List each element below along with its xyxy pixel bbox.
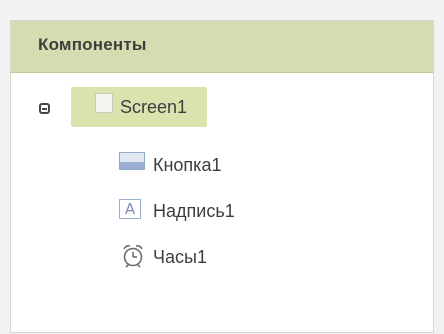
panel-title: Компоненты [38,35,147,54]
clock-component-icon [120,242,146,273]
tree-item-label: Часы1 [153,247,207,267]
tree-item-clock1[interactable]: Часы1 [119,241,319,273]
panel-header: Компоненты [11,21,433,73]
tree-item-label1[interactable]: A Надпись1 [119,195,319,227]
components-tree: Screen1 Кнопка1 A Надпись1 Часы1 [11,73,433,334]
tree-item-label: Кнопка1 [153,155,222,175]
tree-item-label: Надпись1 [153,201,235,221]
tree-item-button1[interactable]: Кнопка1 [119,149,319,181]
components-panel: Компоненты Screen1 Кнопка1 A Надпись1 Ча… [10,20,434,333]
button-component-icon [119,152,145,170]
tree-item-screen1[interactable]: Screen1 [71,87,207,127]
screen-icon [95,93,113,113]
label-component-icon: A [119,199,141,219]
collapse-toggle-icon[interactable] [39,103,50,114]
tree-item-label: Screen1 [120,97,188,117]
